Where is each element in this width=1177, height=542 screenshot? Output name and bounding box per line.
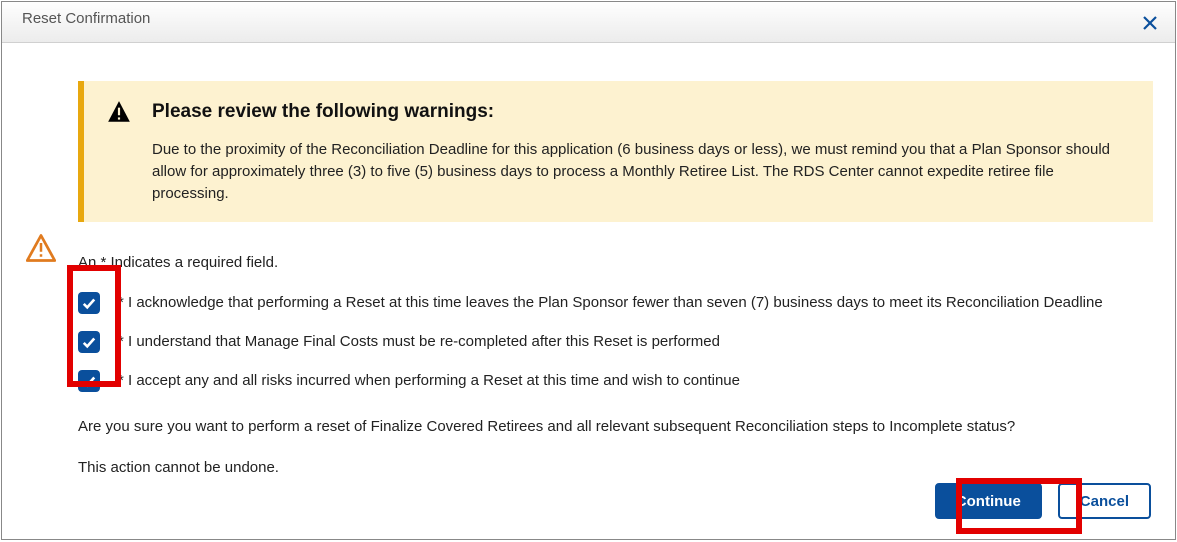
required-field-note: An * Indicates a required field.	[78, 252, 1153, 273]
modal-title: Reset Confirmation	[2, 10, 150, 27]
checkmark-icon	[82, 374, 96, 388]
checkbox-label-understand: * I understand that Manage Final Costs m…	[118, 332, 720, 352]
checkbox-understand[interactable]	[78, 331, 100, 353]
check-row-understand: * I understand that Manage Final Costs m…	[78, 332, 1153, 353]
reset-confirmation-modal: Reset Confirmation Please review the fol…	[1, 1, 1176, 540]
warning-heading: Please review the following warnings:	[152, 101, 494, 123]
modal-body: Please review the following warnings: Du…	[2, 43, 1175, 539]
close-button[interactable]	[1139, 12, 1161, 34]
cancel-button[interactable]: Cancel	[1058, 483, 1151, 519]
warning-triangle-icon	[106, 99, 132, 125]
warning-header-row: Please review the following warnings:	[106, 99, 1123, 125]
undo-note: This action cannot be undone.	[78, 457, 1153, 478]
acknowledgment-checklist: * I acknowledge that performing a Reset …	[78, 293, 1153, 392]
continue-button[interactable]: Continue	[935, 483, 1042, 519]
check-row-accept: * I accept any and all risks incurred wh…	[78, 371, 1153, 392]
check-row-acknowledge: * I acknowledge that performing a Reset …	[78, 293, 1153, 314]
modal-header: Reset Confirmation	[2, 2, 1175, 43]
checkmark-icon	[82, 296, 96, 310]
close-icon	[1142, 15, 1158, 31]
confirm-question: Are you sure you want to perform a reset…	[78, 416, 1153, 437]
checkbox-label-acknowledge: * I acknowledge that performing a Reset …	[118, 293, 1103, 313]
warning-body-text: Due to the proximity of the Reconciliati…	[152, 139, 1123, 204]
checkbox-label-accept: * I accept any and all risks incurred wh…	[118, 371, 740, 391]
warning-banner: Please review the following warnings: Du…	[78, 81, 1153, 222]
checkbox-accept[interactable]	[78, 370, 100, 392]
checkbox-acknowledge[interactable]	[78, 292, 100, 314]
checkmark-icon	[82, 335, 96, 349]
alert-triangle-icon	[26, 233, 56, 263]
button-row: Continue Cancel	[935, 483, 1151, 519]
